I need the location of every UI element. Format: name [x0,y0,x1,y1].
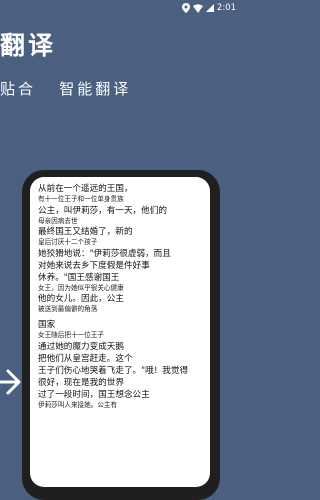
source-line: 通过她的魔力变成天鹅 [38,341,124,352]
location-icon [181,3,190,13]
translated-line: 皇后讨厌十二个孩子 [38,238,98,247]
source-line: 王子们伤心地哭着飞走了。"哦！我觉得 [38,365,189,376]
source-line: 从前在一个遥远的王国， [38,184,133,194]
status-bar: 2:01 [0,0,240,16]
wifi-icon [192,3,203,13]
source-line: 他的女儿。因此，公主 [38,294,124,305]
source-line: 过了一段时间，国王想念公主 [38,389,150,400]
arrow-right-icon [0,369,21,395]
source-line: 很好，现在是我的世界 [38,377,124,388]
page-title: 翻译 [0,31,57,60]
translated-line: 有十一位王子和一位单身贵族 [38,195,124,203]
source-line: 休养。"国王感谢国王 [38,272,120,283]
translated-line: 母亲因病去世 [38,216,78,225]
translated-line: 伊莉莎叫人来接她。公主有 [38,400,118,409]
source-line: 她狡猾地说："伊莉莎很虚弱，而且 [38,248,171,259]
source-line: 把他们从皇宫赶走。这个 [38,353,133,364]
source-line: 对她来说去乡下度假是件好事 [38,260,150,271]
status-icons: 2:01 [181,3,236,13]
source-line: 国家 [38,319,56,330]
translated-line: 被送到最偏僻的角落 [38,305,98,314]
translated-line: 女王随后把十一位王子 [38,330,104,339]
page-subtitle: 贴合 智能翻译 [0,80,132,98]
signal-icon [205,4,214,12]
source-line: 公主，叫伊莉莎，有一天，他们的 [38,205,167,216]
phone-screen: 从前在一个遥远的王国， 有十一位王子和一位单身贵族公主，叫伊莉莎，有一天，他们的母… [30,177,210,487]
translation-lines: 从前在一个遥远的王国， 有十一位王子和一位单身贵族公主，叫伊莉莎，有一天，他们的母… [38,183,208,410]
source-line: 最终国王又结婚了，新的 [38,227,133,238]
translated-line: 女王，因为她似乎很关心健康 [38,283,124,292]
status-time: 2:01 [216,3,236,13]
